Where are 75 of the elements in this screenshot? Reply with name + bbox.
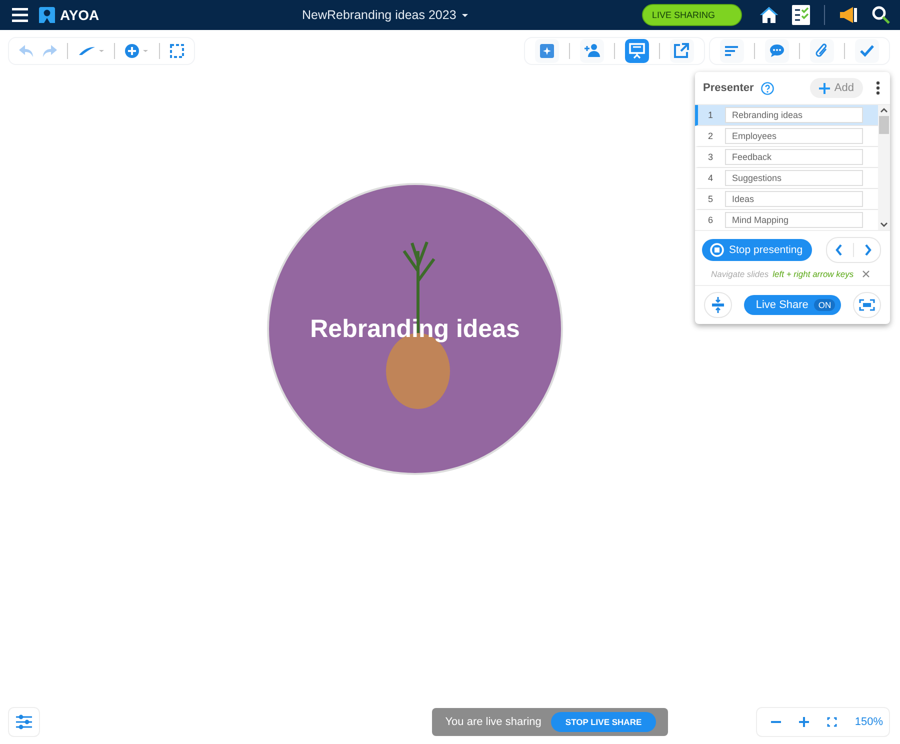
panel-title: Presenter: [703, 82, 754, 94]
slide-row[interactable]: 5 Ideas: [695, 188, 878, 210]
check-icon: [859, 43, 875, 59]
select-icon[interactable]: [170, 44, 184, 58]
slide-number: 5: [708, 194, 714, 204]
slide-row[interactable]: 1 Rebranding ideas: [695, 104, 878, 126]
menu-icon[interactable]: [12, 8, 28, 22]
slide-number: 6: [708, 214, 714, 225]
live-sharing-badge[interactable]: LIVE SHARING: [642, 4, 742, 26]
slide-row[interactable]: 6 Mind Mapping: [695, 210, 878, 230]
central-node[interactable]: Rebranding ideas: [267, 183, 563, 475]
previous-icon[interactable]: [835, 244, 843, 256]
search-icon[interactable]: [872, 6, 890, 24]
hint-keys: left + right arrow keys: [772, 269, 858, 279]
comment-icon: [769, 43, 785, 59]
slide-title-field[interactable]: Suggestions: [725, 170, 863, 186]
text-lines-button[interactable]: [720, 39, 744, 63]
zoom-in-icon[interactable]: [798, 717, 809, 727]
slide-title-field[interactable]: Mind Mapping: [725, 212, 863, 228]
slide-title-field[interactable]: Employees: [725, 128, 863, 144]
app-name: AYOA: [60, 7, 100, 23]
slide-title-field[interactable]: Feedback: [725, 148, 863, 165]
add-button[interactable]: Add: [810, 78, 863, 98]
text-lines-icon: [724, 43, 740, 59]
branch-icon[interactable]: [78, 46, 104, 56]
fullscreen-icon: [859, 299, 875, 311]
document-title[interactable]: NewRebranding ideas 2023: [302, 8, 470, 22]
zoom-level: 150%: [854, 716, 883, 728]
fit-icon[interactable]: [826, 717, 837, 727]
export-icon: [674, 43, 690, 59]
live-share-button[interactable]: Live Share ON: [744, 295, 842, 315]
slide-row[interactable]: 3 Feedback: [695, 146, 878, 168]
slide-title-field[interactable]: Rebranding ideas: [725, 106, 863, 123]
help-icon[interactable]: [760, 82, 774, 95]
add-icon[interactable]: [125, 44, 149, 58]
stop-presenting-button[interactable]: Stop presenting: [702, 239, 812, 261]
align-icon: [711, 297, 725, 313]
sparkle-square-icon: [539, 43, 555, 59]
sliders-icon: [15, 714, 33, 730]
add-person-button[interactable]: [580, 39, 604, 63]
stop-icon: [710, 243, 724, 257]
comment-button[interactable]: [765, 39, 789, 63]
scroll-up-icon[interactable]: [880, 106, 888, 113]
megaphone-icon[interactable]: [839, 6, 858, 24]
presentation-button[interactable]: [625, 39, 649, 63]
home-icon[interactable]: [760, 7, 778, 23]
add-person-icon: [584, 43, 600, 59]
presentation-icon: [629, 43, 645, 59]
slide-number: 3: [708, 152, 714, 162]
export-button[interactable]: [670, 39, 694, 63]
scrollbar[interactable]: [878, 104, 890, 230]
slide-row[interactable]: 4 Suggestions: [695, 168, 878, 189]
close-icon[interactable]: [862, 270, 870, 278]
slide-number: 1: [708, 110, 714, 120]
slide-number: 2: [708, 130, 714, 141]
plus-icon: [819, 82, 830, 94]
paperclip-button[interactable]: [810, 39, 834, 63]
node-title: Rebranding ideas: [310, 314, 520, 344]
slide-number: 4: [708, 172, 714, 183]
check-button[interactable]: [855, 39, 879, 63]
scroll-thumb[interactable]: [879, 116, 889, 134]
more-icon[interactable]: [876, 81, 880, 96]
sharing-message: You are live sharing: [445, 716, 542, 728]
fullscreen-button[interactable]: [853, 292, 881, 318]
next-icon[interactable]: [864, 244, 872, 256]
checklist-icon[interactable]: [792, 5, 810, 25]
scroll-down-icon[interactable]: [880, 222, 888, 228]
logo-icon: [38, 6, 56, 24]
slide-row[interactable]: 2 Employees: [695, 126, 878, 147]
stop-live-share-button[interactable]: STOP LIVE SHARE: [551, 712, 656, 732]
hint-text: Navigate slides: [711, 269, 769, 279]
settings-button[interactable]: [8, 707, 40, 737]
align-button[interactable]: [704, 292, 732, 318]
slide-title-field[interactable]: Ideas: [725, 190, 863, 207]
sparkle-square-button[interactable]: [535, 39, 559, 63]
